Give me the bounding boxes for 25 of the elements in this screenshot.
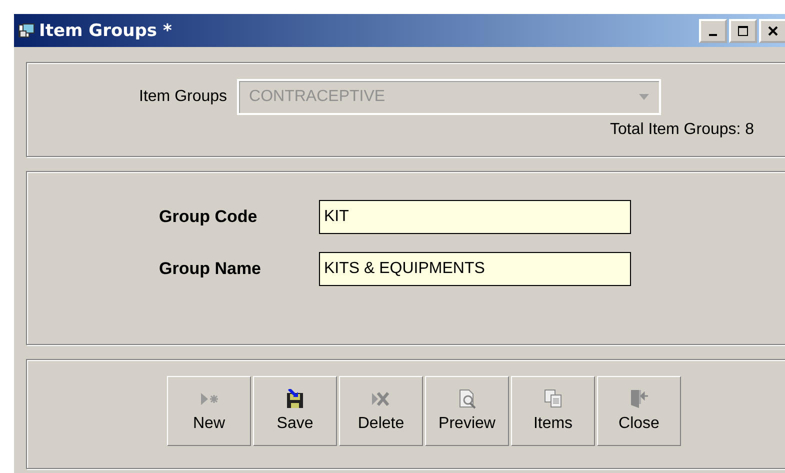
floppy-disk-icon <box>284 389 306 409</box>
input-field[interactable]: KITS & EQUIPMENTS <box>319 252 631 286</box>
toolbar-button[interactable]: Save <box>253 376 337 446</box>
close-icon <box>768 26 778 36</box>
maximize-icon <box>738 26 748 36</box>
input-field[interactable]: KIT <box>319 200 631 234</box>
delete-icon <box>370 389 392 409</box>
toolbar-button[interactable]: New <box>167 376 251 446</box>
door-exit-icon <box>628 389 650 409</box>
toolbar-button[interactable]: Preview <box>425 376 509 446</box>
toolbar-button[interactable]: Close <box>597 376 681 446</box>
minimize-icon <box>709 34 717 36</box>
close-window-button[interactable] <box>759 18 785 42</box>
copy-icon <box>542 389 564 409</box>
minimize-button[interactable] <box>699 18 727 42</box>
maximize-button[interactable] <box>729 18 757 42</box>
window-title: Item Groups * <box>39 20 173 40</box>
field-label: Item Groups <box>139 88 228 106</box>
field-label: Group Code <box>159 207 258 227</box>
toolbar-button[interactable]: Delete <box>339 376 423 446</box>
window-icon <box>18 22 36 38</box>
caret-icon <box>639 94 650 100</box>
toolbar-button[interactable]: Items <box>511 376 595 446</box>
total-count: Total Item Groups: 8 <box>609 121 756 139</box>
field-label: Group Name <box>159 259 262 279</box>
